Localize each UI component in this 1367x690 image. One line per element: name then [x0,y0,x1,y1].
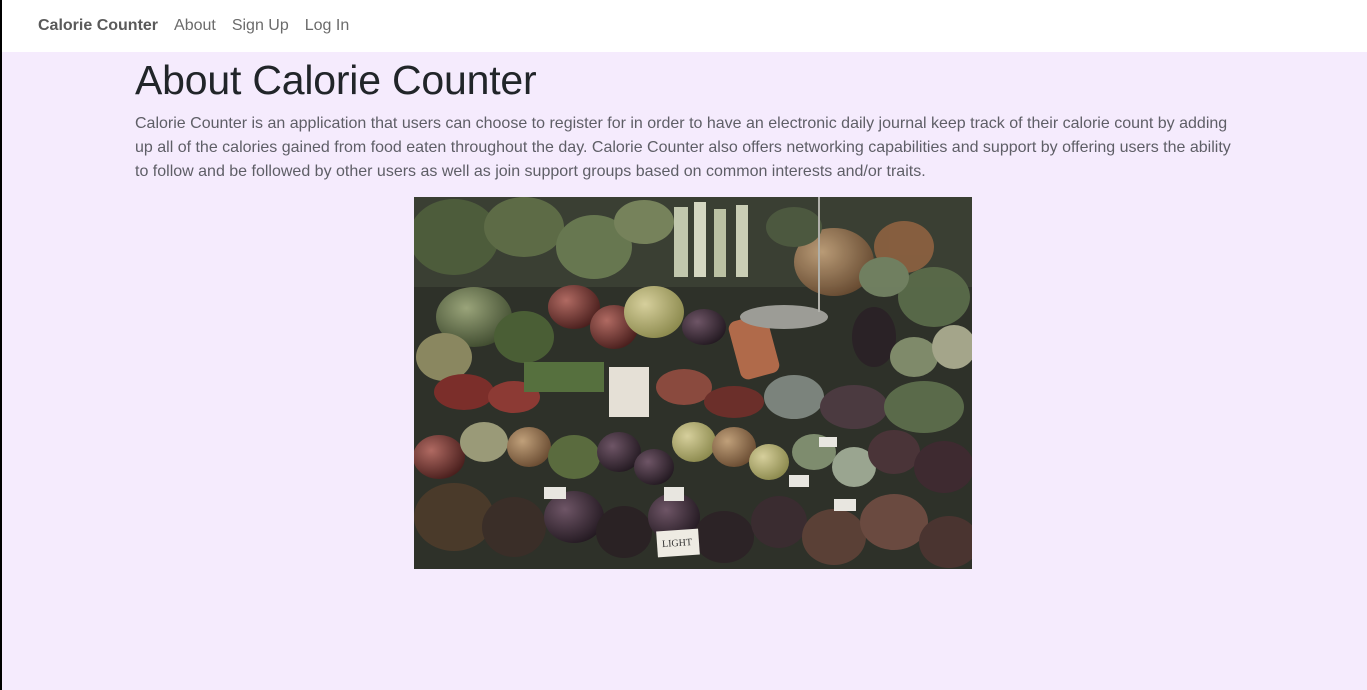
price-sign-text: LIGHT [662,537,693,550]
about-description: Calorie Counter is an application that u… [135,115,1231,180]
produce-market-illustration: LIGHT [414,197,972,569]
nav-link-about[interactable]: About [174,17,216,35]
brand-link[interactable]: Calorie Counter [38,17,158,35]
page-title: About Calorie Counter [135,57,537,103]
browser-viewport: Calorie Counter About Sign Up Log In Abo… [2,0,1367,690]
main-content: About Calorie Counter Calorie Counter is… [135,52,1245,184]
produce-market-image: LIGHT [414,197,972,569]
navbar: Calorie Counter About Sign Up Log In [2,0,1367,52]
nav-link-sign-up[interactable]: Sign Up [232,17,289,35]
nav-link-log-in[interactable]: Log In [305,17,349,35]
